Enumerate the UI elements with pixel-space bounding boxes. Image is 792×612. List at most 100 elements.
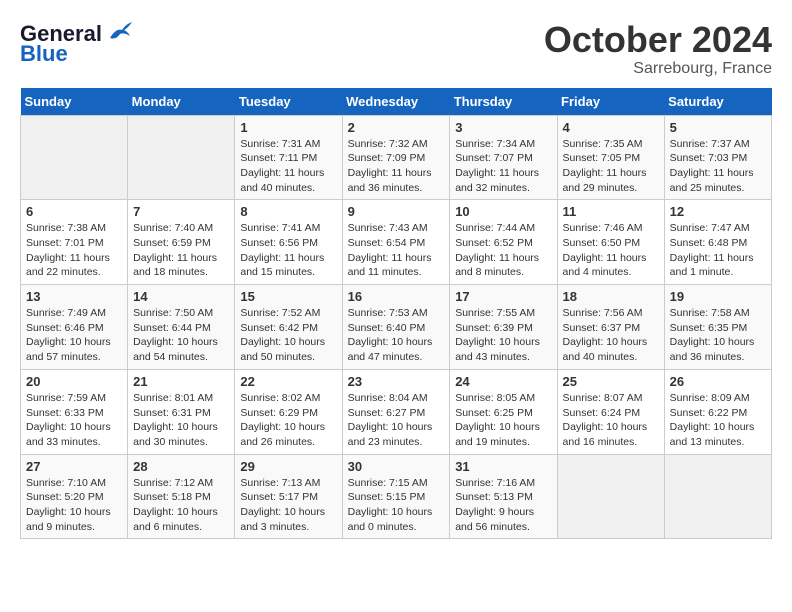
day-number: 1 [240,120,336,135]
logo: General Blue [20,20,134,65]
calendar-cell: 14Sunrise: 7:50 AM Sunset: 6:44 PM Dayli… [128,285,235,370]
week-row-1: 1Sunrise: 7:31 AM Sunset: 7:11 PM Daylig… [21,115,772,200]
calendar-cell: 3Sunrise: 7:34 AM Sunset: 7:07 PM Daylig… [450,115,557,200]
calendar-cell: 22 Sunrise: 8:02 AM Sunset: 6:29 PM Dayli… [235,369,342,454]
calendar-cell: 29 Sunrise: 7:13 AM Sunset: 5:17 PM Dayli… [235,454,342,539]
calendar-cell: 10 Sunrise: 7:44 AM Sunset: 6:52 PM Dayli… [450,200,557,285]
day-number: 30 [348,459,445,474]
calendar-cell: 19 Sunrise: 7:58 AM Sunset: 6:35 PM Dayli… [664,285,771,370]
day-info: Sunrise: 7:52 AM Sunset: 6:42 PM Dayligh… [240,306,336,365]
day-number: 29 [240,459,336,474]
calendar-header-row: SundayMondayTuesdayWednesdayThursdayFrid… [21,88,772,116]
day-number: 31 [455,459,551,474]
day-number: 20 [26,374,122,389]
day-number: 9 [348,204,445,219]
day-info: Sunrise: 7:49 AM Sunset: 6:46 PM Dayligh… [26,306,122,365]
day-number: 19 [670,289,766,304]
day-number: 8 [240,204,336,219]
column-header-friday: Friday [557,88,664,116]
day-number: 13 [26,289,122,304]
day-info: Sunrise: 7:55 AM Sunset: 6:39 PM Dayligh… [455,306,551,365]
calendar-cell: 26 Sunrise: 8:09 AM Sunset: 6:22 PM Dayli… [664,369,771,454]
day-info: Sunrise: 7:59 AM Sunset: 6:33 PM Dayligh… [26,391,122,450]
day-number: 27 [26,459,122,474]
day-info: Sunrise: 8:04 AM Sunset: 6:27 PM Dayligh… [348,391,445,450]
day-info: Sunrise: 8:02 AM Sunset: 6:29 PM Dayligh… [240,391,336,450]
week-row-5: 27 Sunrise: 7:10 AM Sunset: 5:20 PM Dayli… [21,454,772,539]
calendar-cell: 9 Sunrise: 7:43 AM Sunset: 6:54 PM Daylig… [342,200,450,285]
logo-blue: Blue [20,43,68,65]
day-info: Sunrise: 7:37 AM Sunset: 7:03 PM Dayligh… [670,137,766,196]
calendar-cell: 5Sunrise: 7:37 AM Sunset: 7:03 PM Daylig… [664,115,771,200]
day-info: Sunrise: 7:16 AM Sunset: 5:13 PM Dayligh… [455,476,551,535]
week-row-3: 13 Sunrise: 7:49 AM Sunset: 6:46 PM Dayli… [21,285,772,370]
calendar-cell: 28 Sunrise: 7:12 AM Sunset: 5:18 PM Dayli… [128,454,235,539]
day-number: 22 [240,374,336,389]
day-number: 6 [26,204,122,219]
calendar-cell: 21 Sunrise: 8:01 AM Sunset: 6:31 PM Dayli… [128,369,235,454]
day-info: Sunrise: 7:34 AM Sunset: 7:07 PM Dayligh… [455,137,551,196]
calendar-cell: 15 Sunrise: 7:52 AM Sunset: 6:42 PM Dayli… [235,285,342,370]
day-info: Sunrise: 7:50 AM Sunset: 6:44 PM Dayligh… [133,306,229,365]
calendar-cell: 6 Sunrise: 7:38 AM Sunset: 7:01 PM Daylig… [21,200,128,285]
day-info: Sunrise: 7:53 AM Sunset: 6:40 PM Dayligh… [348,306,445,365]
day-info: Sunrise: 7:32 AM Sunset: 7:09 PM Dayligh… [348,137,445,196]
day-info: Sunrise: 7:13 AM Sunset: 5:17 PM Dayligh… [240,476,336,535]
day-number: 25 [563,374,659,389]
day-number: 28 [133,459,229,474]
column-header-sunday: Sunday [21,88,128,116]
day-number: 4 [563,120,659,135]
column-header-saturday: Saturday [664,88,771,116]
title-area: October 2024 Sarrebourg, France [544,20,772,78]
column-header-monday: Monday [128,88,235,116]
day-info: Sunrise: 7:43 AM Sunset: 6:54 PM Dayligh… [348,221,445,280]
day-number: 24 [455,374,551,389]
day-info: Sunrise: 8:09 AM Sunset: 6:22 PM Dayligh… [670,391,766,450]
calendar-cell [21,115,128,200]
calendar-cell [664,454,771,539]
calendar-cell: 7 Sunrise: 7:40 AM Sunset: 6:59 PM Daylig… [128,200,235,285]
calendar-cell: 16 Sunrise: 7:53 AM Sunset: 6:40 PM Dayli… [342,285,450,370]
day-number: 15 [240,289,336,304]
day-number: 11 [563,204,659,219]
calendar-cell: 8 Sunrise: 7:41 AM Sunset: 6:56 PM Daylig… [235,200,342,285]
column-header-wednesday: Wednesday [342,88,450,116]
calendar-cell: 11 Sunrise: 7:46 AM Sunset: 6:50 PM Dayli… [557,200,664,285]
calendar-cell: 20 Sunrise: 7:59 AM Sunset: 6:33 PM Dayli… [21,369,128,454]
calendar-cell [128,115,235,200]
calendar-cell: 13 Sunrise: 7:49 AM Sunset: 6:46 PM Dayli… [21,285,128,370]
calendar-cell [557,454,664,539]
day-info: Sunrise: 7:40 AM Sunset: 6:59 PM Dayligh… [133,221,229,280]
day-number: 26 [670,374,766,389]
day-info: Sunrise: 7:10 AM Sunset: 5:20 PM Dayligh… [26,476,122,535]
location: Sarrebourg, France [544,60,772,78]
day-info: Sunrise: 8:01 AM Sunset: 6:31 PM Dayligh… [133,391,229,450]
day-info: Sunrise: 7:41 AM Sunset: 6:56 PM Dayligh… [240,221,336,280]
calendar-table: SundayMondayTuesdayWednesdayThursdayFrid… [20,88,772,540]
day-info: Sunrise: 7:58 AM Sunset: 6:35 PM Dayligh… [670,306,766,365]
calendar-cell: 30 Sunrise: 7:15 AM Sunset: 5:15 PM Dayli… [342,454,450,539]
day-info: Sunrise: 7:47 AM Sunset: 6:48 PM Dayligh… [670,221,766,280]
day-info: Sunrise: 7:44 AM Sunset: 6:52 PM Dayligh… [455,221,551,280]
week-row-2: 6 Sunrise: 7:38 AM Sunset: 7:01 PM Daylig… [21,200,772,285]
day-info: Sunrise: 7:12 AM Sunset: 5:18 PM Dayligh… [133,476,229,535]
day-info: Sunrise: 8:07 AM Sunset: 6:24 PM Dayligh… [563,391,659,450]
day-number: 23 [348,374,445,389]
day-info: Sunrise: 7:46 AM Sunset: 6:50 PM Dayligh… [563,221,659,280]
calendar-cell: 17 Sunrise: 7:55 AM Sunset: 6:39 PM Dayli… [450,285,557,370]
calendar-cell: 18Sunrise: 7:56 AM Sunset: 6:37 PM Dayli… [557,285,664,370]
page-header: General Blue October 2024 Sarrebourg, Fr… [20,20,772,78]
month-title: October 2024 [544,20,772,60]
day-number: 10 [455,204,551,219]
calendar-cell: 1Sunrise: 7:31 AM Sunset: 7:11 PM Daylig… [235,115,342,200]
logo-bird-icon [106,20,134,42]
calendar-cell: 4Sunrise: 7:35 AM Sunset: 7:05 PM Daylig… [557,115,664,200]
day-info: Sunrise: 7:15 AM Sunset: 5:15 PM Dayligh… [348,476,445,535]
day-number: 21 [133,374,229,389]
calendar-cell: 2Sunrise: 7:32 AM Sunset: 7:09 PM Daylig… [342,115,450,200]
day-info: Sunrise: 7:56 AM Sunset: 6:37 PM Dayligh… [563,306,659,365]
day-info: Sunrise: 7:38 AM Sunset: 7:01 PM Dayligh… [26,221,122,280]
day-number: 7 [133,204,229,219]
day-number: 17 [455,289,551,304]
day-number: 16 [348,289,445,304]
